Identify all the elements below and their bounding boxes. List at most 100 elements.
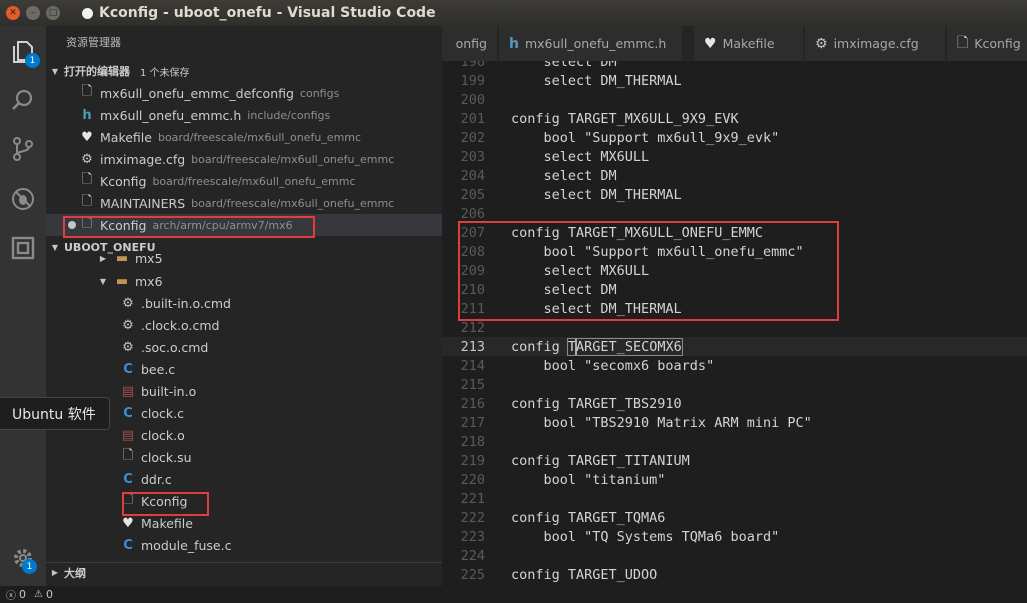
open-editor-item[interactable]: h mx6ull_onefu_emmc.h include/configs: [46, 104, 442, 126]
gear-icon: ⚙: [122, 339, 134, 355]
unsaved-count: 1 个未保存: [140, 67, 190, 79]
makefile-icon: ♥: [704, 35, 717, 52]
line-code: select DM_THERMAL: [511, 300, 682, 317]
open-editors-header[interactable]: ▼ 打开的编辑器 1 个未保存: [46, 61, 442, 81]
line-number: 219: [460, 452, 485, 469]
line-code: select DM_THERMAL: [511, 72, 682, 89]
line-code: config TARGET_SECOMX6: [511, 337, 683, 356]
code-line: 215: [442, 375, 1027, 394]
tab-kconfig-partial[interactable]: onfig: [442, 26, 498, 61]
code-line: 210 select DM: [442, 280, 1027, 299]
line-code: bool "TBS2910 Matrix ARM mini PC": [511, 414, 812, 431]
folder-icon: ▬: [115, 250, 129, 266]
outline-header[interactable]: ▶ 大纲: [46, 562, 442, 582]
error-count[interactable]: 0: [19, 588, 26, 601]
tree-item-label: .clock.o.cmd: [141, 317, 220, 333]
line-code: select DM_THERMAL: [511, 186, 682, 203]
line-number: 218: [460, 433, 485, 450]
tree-item-label: Kconfig: [141, 493, 188, 509]
extensions-icon[interactable]: [7, 232, 39, 264]
c-file-icon: C: [123, 405, 133, 421]
line-code: config TARGET_UDOO: [511, 566, 658, 583]
code-line: 199 select DM_THERMAL: [442, 71, 1027, 90]
code-line: 220 bool "titanium": [442, 470, 1027, 489]
tab-imximage-cfg[interactable]: ⚙ imximage.cfg: [805, 26, 946, 61]
line-number: 224: [460, 547, 485, 564]
code-token: config: [511, 338, 568, 355]
chevron-down-icon: ▼: [51, 66, 59, 76]
tree-item-label: mx5: [135, 250, 163, 266]
settings-badge: 1: [22, 559, 37, 574]
tree-file[interactable]: ♥ Makefile: [46, 512, 442, 534]
binary-file-icon: ▤: [121, 383, 135, 399]
open-editor-path: configs: [299, 86, 340, 100]
gear-icon: ⚙: [81, 151, 93, 167]
line-code: select MX6ULL: [511, 148, 650, 165]
warning-count[interactable]: 0: [46, 588, 53, 601]
code-line: 209 select MX6ULL: [442, 261, 1027, 280]
open-editor-item[interactable]: 🗋 MAINTAINERS board/freescale/mx6ull_one…: [46, 192, 442, 214]
open-editor-item[interactable]: ♥ Makefile board/freescale/mx6ull_onefu_…: [46, 126, 442, 148]
h-file-icon: h: [82, 107, 92, 123]
search-icon[interactable]: [7, 84, 39, 116]
debug-icon[interactable]: [7, 183, 39, 215]
tree-file[interactable]: C ddr.c: [46, 468, 442, 490]
tree-file[interactable]: 🗋 clock.su: [46, 446, 442, 468]
open-editor-item[interactable]: 🗋 mx6ull_onefu_emmc_defconfig configs: [46, 82, 442, 104]
gear-icon[interactable]: 1: [7, 542, 39, 574]
open-editor-item-active[interactable]: 🗋 Kconfig arch/arm/cpu/armv7/mx6: [46, 214, 442, 236]
warning-icon[interactable]: ⚠: [34, 589, 43, 600]
line-number: 225: [460, 566, 485, 583]
line-number: 222: [460, 509, 485, 526]
line-number: 203: [460, 148, 485, 165]
tab-label: imximage.cfg: [833, 36, 919, 51]
tree-item-label: Makefile: [141, 515, 193, 531]
open-editor-name: Makefile: [100, 129, 152, 145]
open-editor-name: Kconfig: [100, 173, 147, 189]
tab-makefile[interactable]: ♥ Makefile: [694, 26, 804, 61]
open-editor-name: mx6ull_onefu_emmc.h: [100, 107, 242, 123]
source-control-icon[interactable]: [7, 133, 39, 165]
unsaved-dot-icon: [68, 221, 76, 229]
tree-folder[interactable]: ▼ ▬ mx6: [46, 270, 442, 292]
tree-folder[interactable]: ▶ ▬ mx5: [46, 248, 442, 268]
code-line: 212: [442, 318, 1027, 337]
tree-file[interactable]: ⚙ .clock.o.cmd: [46, 314, 442, 336]
tree-file[interactable]: C bee.c: [46, 358, 442, 380]
chevron-right-icon: ▶: [99, 253, 107, 263]
open-editors-title: 打开的编辑器: [64, 65, 130, 78]
tab-kconfig[interactable]: 🗋 Kconfig: [947, 26, 1027, 61]
line-number: 213: [460, 338, 485, 355]
tree-file[interactable]: 🗋 Kconfig: [46, 490, 442, 512]
h-file-icon: h: [509, 35, 519, 52]
tab-label: Makefile: [722, 36, 775, 51]
line-code: select DM: [511, 281, 617, 298]
minimize-window-button[interactable]: –: [26, 6, 40, 20]
line-code: bool "Support mx6ull_onefu_emmc": [511, 243, 804, 260]
gear-icon: ⚙: [122, 317, 134, 333]
tree-file[interactable]: ⚙ .built-in.o.cmd: [46, 292, 442, 314]
code-line: 204 select DM: [442, 166, 1027, 185]
c-file-icon: C: [123, 537, 133, 553]
line-code: config TARGET_TBS2910: [511, 395, 682, 412]
code-line: 206: [442, 204, 1027, 223]
open-editor-item[interactable]: 🗋 Kconfig board/freescale/mx6ull_onefu_e…: [46, 170, 442, 192]
line-number: 217: [460, 414, 485, 431]
outline-title: 大纲: [64, 566, 86, 580]
code-line-current: 213 config TARGET_SECOMX6: [442, 337, 1027, 356]
open-editor-path: board/freescale/mx6ull_onefu_emmc: [191, 196, 395, 210]
code-line: 223 bool "TQ Systems TQMa6 board": [442, 527, 1027, 546]
line-number: 205: [460, 186, 485, 203]
error-icon[interactable]: ⓧ: [6, 587, 16, 602]
line-code: bool "secomx6 boards": [511, 357, 715, 374]
code-editor[interactable]: 198 select DM 199 select DM_THERMAL 200 …: [442, 61, 1027, 586]
tab-mx6ull-onefu-emmc-h[interactable]: h mx6ull_onefu_emmc.h: [499, 26, 683, 61]
close-window-button[interactable]: ✕: [6, 6, 20, 20]
title-bar: ✕ – □ Kconfig - uboot_onefu - Visual Stu…: [0, 0, 1027, 26]
open-editor-item[interactable]: ⚙ imximage.cfg board/freescale/mx6ull_on…: [46, 148, 442, 170]
tree-file[interactable]: C module_fuse.c: [46, 534, 442, 556]
maximize-window-button[interactable]: □: [46, 6, 60, 20]
explorer-icon[interactable]: 1: [7, 36, 40, 68]
tree-file[interactable]: ⚙ .soc.o.cmd: [46, 336, 442, 358]
code-line: 219 config TARGET_TITANIUM: [442, 451, 1027, 470]
